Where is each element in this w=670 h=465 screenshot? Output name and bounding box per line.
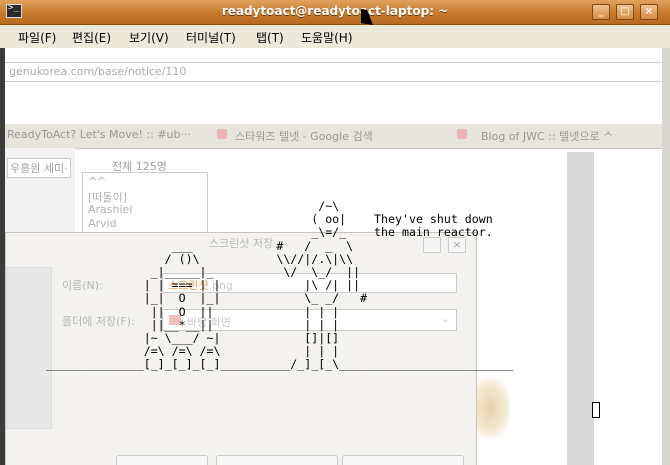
page-scroll-region — [567, 152, 594, 465]
browser-url: genukorea.com/base/notice/110 — [9, 65, 187, 78]
menu-terminal[interactable]: 터미널(T) — [186, 29, 236, 46]
browser-tab-strip: ReadyToAct? Let's Move! :: #ub··· 스타워즈 텔… — [5, 124, 665, 149]
close-icon — [217, 129, 227, 139]
dialog-button[interactable] — [116, 455, 208, 465]
maximize-button[interactable]: □ — [616, 4, 634, 20]
terminal-ascii-output: /~\ ( oo| They've shut down _\=/_ the ma… — [46, 199, 514, 372]
browser-tab-1: ReadyToAct? Let's Move! :: #ub··· — [7, 128, 191, 141]
menu-bar: 파일(F) 편집(E) 보기(V) 터미널(T) 탭(T) 도움말(H) — [0, 25, 670, 47]
terminal-cursor — [592, 402, 600, 418]
menu-help[interactable]: 도움말(H) — [301, 29, 353, 46]
mouse-pointer-icon — [361, 8, 373, 26]
sidebar-text: 우흥원 세미· — [7, 158, 71, 178]
close-icon — [457, 129, 467, 139]
dialog-button[interactable] — [342, 455, 464, 465]
list-item: ^^ — [88, 175, 107, 188]
menu-tabs[interactable]: 탭(T) — [256, 29, 284, 46]
terminal-scrollbar[interactable] — [662, 48, 670, 465]
title-bar: readytoact@readytoact-laptop: ~ _ □ × — [0, 0, 670, 25]
terminal-screen[interactable]: genukorea.com/base/notice/110 ReadyToAct… — [0, 48, 670, 465]
menu-view[interactable]: 보기(V) — [129, 29, 169, 46]
menu-file[interactable]: 파일(F) — [18, 29, 56, 46]
minimize-button[interactable]: _ — [592, 4, 610, 20]
browser-tab-3: Blog of JWC :: 텔넷으로 ᄉ — [481, 130, 614, 143]
browser-tab-2: 스타워즈 텔넷 - Google 검색 — [235, 130, 373, 143]
window-title: readytoact@readytoact-laptop: ~ — [221, 4, 449, 18]
dialog-button[interactable] — [216, 455, 338, 465]
menu-edit[interactable]: 편집(E) — [72, 29, 111, 46]
browser-address-bar: genukorea.com/base/notice/110 — [5, 62, 665, 82]
close-button[interactable]: × — [640, 4, 658, 20]
